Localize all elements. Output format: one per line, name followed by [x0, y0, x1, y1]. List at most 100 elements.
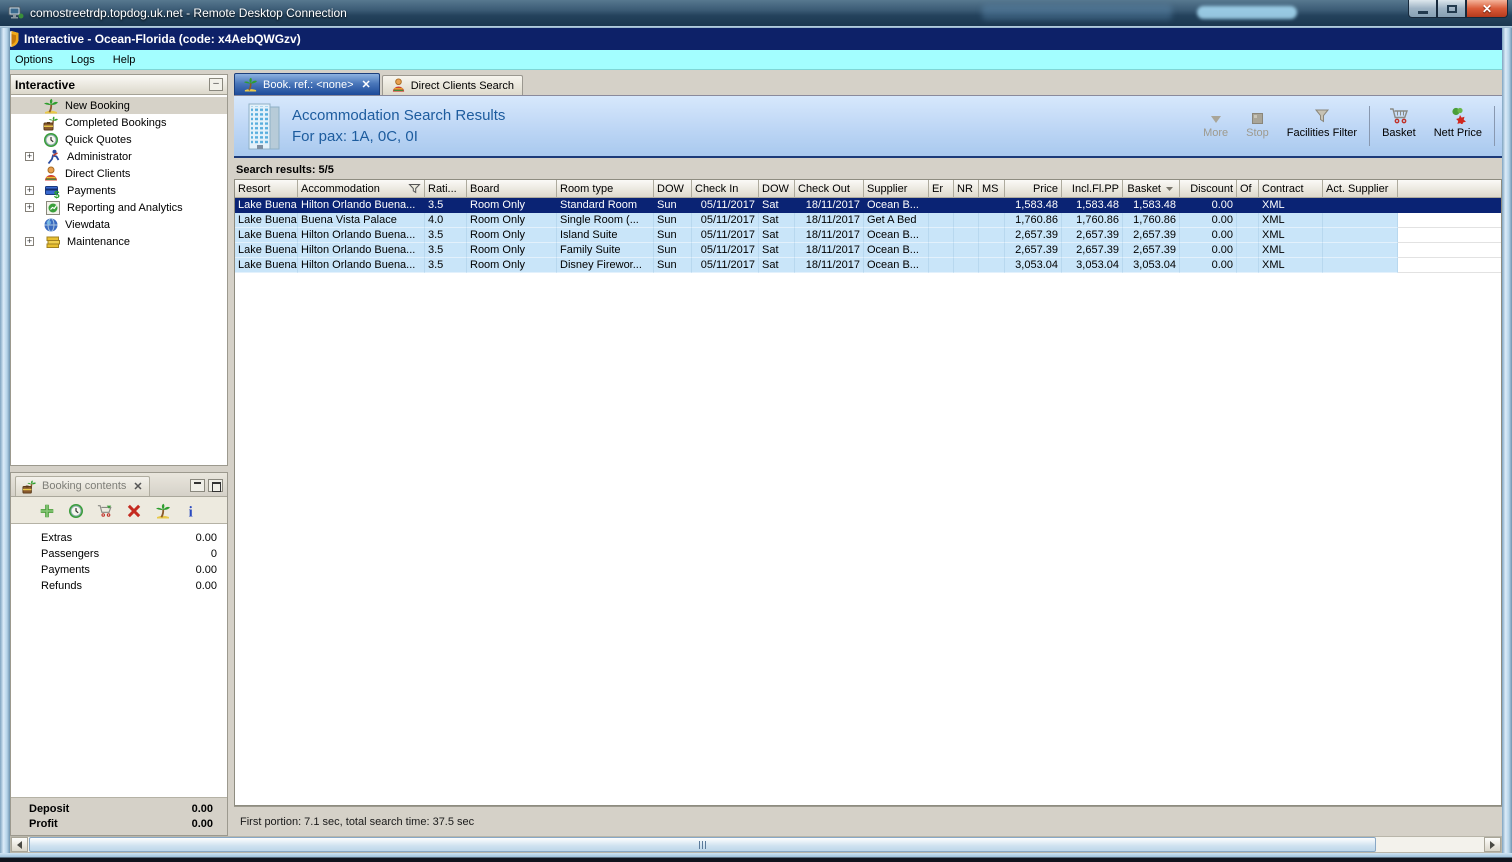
palm-tree-button[interactable]	[154, 502, 172, 520]
cell-room-type: Family Suite	[557, 243, 654, 258]
cell-resort: Lake Buena...	[235, 198, 298, 213]
thumb-grip	[701, 840, 703, 849]
column-header-accommodation[interactable]: Accommodation	[298, 180, 425, 198]
result-row[interactable]: Lake Buena...Buena Vista Palace4.0Room O…	[235, 213, 1501, 228]
right-arrow-icon	[1490, 840, 1495, 849]
expand-icon[interactable]: +	[25, 152, 34, 161]
add-button[interactable]	[38, 502, 56, 520]
cell-resort: Lake Buena...	[235, 258, 298, 273]
close-icon[interactable]: ✕	[133, 480, 142, 493]
stop-button[interactable]: Stop	[1237, 104, 1278, 141]
quick-quote-icon	[68, 503, 84, 519]
scroll-right-button[interactable]	[1484, 837, 1501, 852]
column-header-er[interactable]: Er	[929, 180, 954, 198]
panel-minimize-button[interactable]	[190, 479, 205, 492]
column-header-dow[interactable]: DOW	[654, 180, 692, 198]
sidebar-item-completed-bookings[interactable]: Completed Bookings	[11, 114, 227, 131]
column-header-nr[interactable]: NR	[954, 180, 979, 198]
column-header-act-supplier[interactable]: Act. Supplier	[1323, 180, 1398, 198]
column-header-price[interactable]: Price	[1005, 180, 1062, 198]
column-header-room-type[interactable]: Room type	[557, 180, 654, 198]
tab-booking-ref[interactable]: Book. ref.: <none> ✕	[234, 73, 380, 95]
delete-button[interactable]	[125, 502, 143, 520]
menu-options[interactable]: Options	[6, 52, 62, 68]
tab-direct-clients-search[interactable]: Direct Clients Search	[381, 75, 524, 95]
sidebar-item-reporting-and-analytics[interactable]: + Reporting and Analytics	[11, 199, 227, 216]
app-title: Interactive - Ocean-Florida (code: x4Aeb…	[24, 32, 301, 46]
column-header-incl-fl-pp[interactable]: Incl.Fl.PP	[1062, 180, 1123, 198]
column-header-label: Room type	[560, 182, 614, 195]
collapse-panel-button[interactable]: –	[209, 78, 223, 91]
basket-add-button[interactable]	[96, 502, 114, 520]
column-header-label: Of	[1240, 182, 1252, 195]
result-row[interactable]: Lake Buena...Hilton Orlando Buena...3.5R…	[235, 243, 1501, 258]
cell-dow: Sun	[654, 198, 692, 213]
cell-price: 2,657.39	[1005, 228, 1062, 243]
scroll-left-button[interactable]	[11, 837, 28, 852]
summary-label: Extras	[41, 532, 73, 544]
column-header-dow[interactable]: DOW	[759, 180, 795, 198]
info-icon: i	[184, 503, 200, 519]
sidebar-item-maintenance[interactable]: + Maintenance	[11, 233, 227, 250]
cell-check-out: 18/11/2017	[795, 243, 864, 258]
quick-quote-button[interactable]	[67, 502, 85, 520]
column-header-label: Check Out	[798, 182, 850, 195]
palm-tree-icon	[243, 77, 258, 92]
result-row[interactable]: Lake Buena...Hilton Orlando Buena...3.5R…	[235, 258, 1501, 273]
left-dock: Interactive – New Booking Completed Booki…	[10, 74, 228, 836]
facilities-filter-button[interactable]: Facilities Filter	[1278, 104, 1366, 141]
more-button[interactable]: More	[1194, 104, 1237, 141]
column-header-check-in[interactable]: Check In	[692, 180, 759, 198]
close-button[interactable]: ✕	[1466, 0, 1508, 18]
column-header-rati[interactable]: Rati...	[425, 180, 467, 198]
panel-maximize-button[interactable]	[208, 479, 223, 492]
cell-discount: 0.00	[1180, 228, 1237, 243]
expand-icon[interactable]: +	[25, 186, 34, 195]
column-header-ms[interactable]: MS	[979, 180, 1005, 198]
cell-rati: 3.5	[425, 228, 467, 243]
minimize-button[interactable]	[1408, 0, 1437, 18]
cell-check-in: 05/11/2017	[692, 243, 759, 258]
close-tab-icon[interactable]: ✕	[362, 78, 371, 91]
booking-contents-icon	[22, 479, 37, 494]
sidebar-item-new-booking[interactable]: New Booking	[11, 97, 227, 114]
cell-accommodation: Hilton Orlando Buena...	[298, 228, 425, 243]
expand-icon[interactable]: +	[25, 237, 34, 246]
row-filler	[1398, 243, 1501, 258]
hotel-building-icon	[244, 103, 284, 156]
result-row[interactable]: Lake Buena...Hilton Orlando Buena...3.5R…	[235, 228, 1501, 243]
scrollbar-track[interactable]	[28, 837, 1484, 852]
column-header-basket[interactable]: Basket	[1123, 180, 1180, 198]
column-header-resort[interactable]: Resort	[235, 180, 298, 198]
menu-logs[interactable]: Logs	[62, 52, 104, 68]
column-header-label: Act. Supplier	[1326, 182, 1389, 195]
column-header-of[interactable]: Of	[1237, 180, 1259, 198]
cell-ms	[979, 228, 1005, 243]
menu-help[interactable]: Help	[104, 52, 145, 68]
result-row[interactable]: Lake Buena...Hilton Orlando Buena...3.5R…	[235, 198, 1501, 213]
menu-bar: Options Logs Help	[0, 50, 1512, 70]
sidebar-item-viewdata[interactable]: Viewdata	[11, 216, 227, 233]
column-header-supplier[interactable]: Supplier	[864, 180, 929, 198]
sidebar-item-administrator[interactable]: + Administrator	[11, 148, 227, 165]
cell-contract: XML	[1259, 228, 1323, 243]
info-button[interactable]: i	[183, 502, 201, 520]
cell-nr	[954, 243, 979, 258]
column-header-contract[interactable]: Contract	[1259, 180, 1323, 198]
maximize-button[interactable]	[1437, 0, 1466, 18]
sidebar-item-payments[interactable]: + $ Payments	[11, 182, 227, 199]
sidebar-item-quick-quotes[interactable]: Quick Quotes	[11, 131, 227, 148]
nett-price-button[interactable]: Nett Price	[1425, 104, 1491, 141]
column-header-check-out[interactable]: Check Out	[795, 180, 864, 198]
sidebar-item-direct-clients[interactable]: Direct Clients	[11, 165, 227, 182]
booking-contents-tab[interactable]: Booking contents ✕	[15, 475, 150, 496]
column-header-discount[interactable]: Discount	[1180, 180, 1237, 198]
column-header-label: Incl.Fl.PP	[1071, 182, 1119, 195]
cell-act-supplier	[1323, 198, 1398, 213]
scrollbar-thumb[interactable]	[29, 837, 1376, 852]
column-header-board[interactable]: Board	[467, 180, 557, 198]
basket-button[interactable]: Basket	[1373, 104, 1425, 141]
expand-icon[interactable]: +	[25, 203, 34, 212]
cell-ms	[979, 243, 1005, 258]
